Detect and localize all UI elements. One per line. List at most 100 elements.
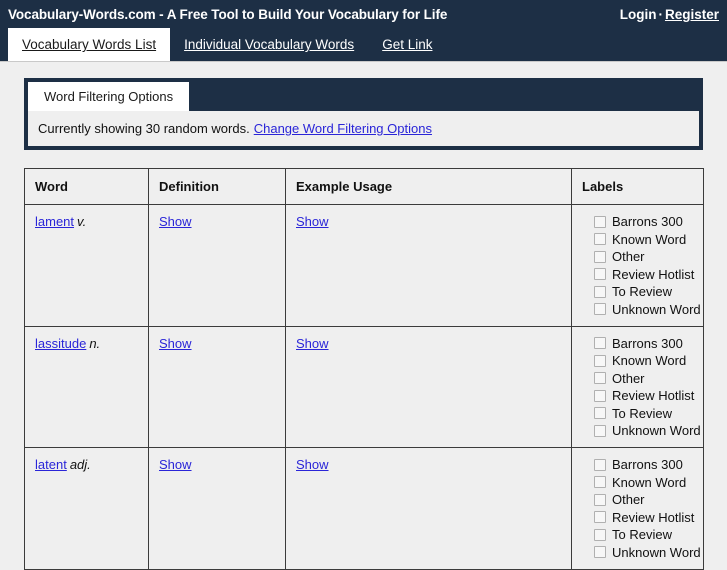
checkbox-icon[interactable] <box>594 233 606 245</box>
table-row: lament v. Show Show Barrons 300 Known Wor… <box>24 204 704 327</box>
label-text: Barrons 300 <box>612 214 683 229</box>
checkbox-icon[interactable] <box>594 250 606 263</box>
table-body: lament v. Show Show Barrons 300 Known Wor… <box>24 204 704 570</box>
label-checkbox-known-word[interactable]: Known Word <box>594 353 693 368</box>
label-checkbox-known-word[interactable]: Known Word <box>594 475 693 490</box>
label-text: Other <box>612 370 645 386</box>
word-link[interactable]: lassitude <box>35 336 86 351</box>
cell-definition: Show <box>148 204 286 327</box>
checkbox-icon[interactable] <box>594 476 606 488</box>
show-definition-link[interactable]: Show <box>159 457 192 472</box>
cell-labels: Barrons 300 Known Word Other Review Hotl… <box>571 325 704 448</box>
checkbox-icon[interactable] <box>594 528 606 541</box>
word-link[interactable]: latent <box>35 457 67 472</box>
labels-checkbox-list: Barrons 300 Known Word Other Review Hotl… <box>582 214 701 317</box>
label-checkbox-to-review[interactable]: To Review <box>594 284 693 299</box>
cell-example-usage: Show <box>285 325 572 448</box>
column-header-labels: Labels <box>571 168 704 205</box>
filter-panel-tab[interactable]: Word Filtering Options <box>28 82 190 111</box>
cell-definition: Show <box>148 447 286 570</box>
checkbox-icon[interactable] <box>594 511 606 523</box>
word-link[interactable]: lament <box>35 214 74 229</box>
label-checkbox-other[interactable]: Other <box>594 371 693 386</box>
column-header-example-usage: Example Usage <box>285 168 572 205</box>
word-filtering-panel: Word Filtering Options Currently showing… <box>24 78 703 150</box>
table-header: Word Definition Example Usage Labels <box>24 168 704 205</box>
tab-get-link[interactable]: Get Link <box>368 28 446 61</box>
cell-labels: Barrons 300 Known Word Other Review Hotl… <box>571 447 704 570</box>
label-text: Unknown Word <box>612 423 701 438</box>
label-checkbox-barrons-300[interactable]: Barrons 300 <box>594 336 693 351</box>
label-text: Barrons 300 <box>612 457 683 472</box>
label-checkbox-other[interactable]: Other <box>594 249 693 264</box>
table-row: latent adj. Show Show Barrons 300 Known W… <box>24 447 704 570</box>
label-checkbox-to-review[interactable]: To Review <box>594 527 693 542</box>
label-text: Review Hotlist <box>612 266 695 282</box>
show-example-link[interactable]: Show <box>296 214 329 229</box>
labels-checkbox-list: Barrons 300 Known Word Other Review Hotl… <box>582 457 701 560</box>
checkbox-icon[interactable] <box>594 372 606 384</box>
page-content: Word Filtering Options Currently showing… <box>0 78 727 570</box>
cell-word: lassitude n. <box>24 325 149 448</box>
checkbox-icon[interactable] <box>594 389 606 402</box>
labels-checkbox-list: Barrons 300 Known Word Other Review Hotl… <box>582 336 701 438</box>
checkbox-icon[interactable] <box>594 407 606 419</box>
label-text: Unknown Word <box>612 301 701 317</box>
table-header-row: Word Definition Example Usage Labels <box>24 168 704 205</box>
checkbox-icon[interactable] <box>594 303 606 315</box>
label-text: To Review <box>612 405 672 421</box>
label-text: Unknown Word <box>612 544 701 560</box>
label-checkbox-unknown-word[interactable]: Unknown Word <box>594 423 701 438</box>
part-of-speech: v. <box>77 214 87 229</box>
site-title: Vocabulary-Words.com - A Free Tool to Bu… <box>8 7 448 22</box>
label-checkbox-review-hotlist[interactable]: Review Hotlist <box>594 266 695 282</box>
label-text: Other <box>612 492 645 507</box>
checkbox-icon[interactable] <box>594 337 606 349</box>
link-separator: · <box>658 7 663 22</box>
show-example-link[interactable]: Show <box>296 457 329 472</box>
label-checkbox-review-hotlist[interactable]: Review Hotlist <box>594 388 694 403</box>
label-checkbox-review-hotlist[interactable]: Review Hotlist <box>594 510 694 525</box>
label-checkbox-barrons-300[interactable]: Barrons 300 <box>594 214 693 229</box>
label-text: Known Word <box>612 353 687 368</box>
label-checkbox-unknown-word[interactable]: Unknown Word <box>594 545 701 560</box>
label-checkbox-barrons-300[interactable]: Barrons 300 <box>594 457 693 472</box>
filter-panel-tabrow: Word Filtering Options <box>28 82 699 111</box>
column-header-word: Word <box>24 168 149 205</box>
register-link[interactable]: Register <box>665 7 719 22</box>
login-link[interactable]: Login <box>620 7 657 22</box>
label-checkbox-known-word[interactable]: Known Word <box>594 232 693 247</box>
cell-example-usage: Show <box>285 204 572 327</box>
tab-individual-vocabulary-words[interactable]: Individual Vocabulary Words <box>170 28 368 61</box>
table-row: lassitude n. Show Show Barrons 300 Known … <box>24 325 704 448</box>
show-definition-link[interactable]: Show <box>159 336 192 351</box>
checkbox-icon[interactable] <box>594 424 606 437</box>
checkbox-icon[interactable] <box>594 268 606 280</box>
checkbox-icon[interactable] <box>594 546 606 558</box>
tab-vocabulary-words-list[interactable]: Vocabulary Words List <box>8 28 171 61</box>
cell-word: lament v. <box>24 204 149 327</box>
cell-example-usage: Show <box>285 447 572 570</box>
account-links: Login · Register <box>620 7 719 22</box>
checkbox-icon[interactable] <box>594 493 606 506</box>
label-checkbox-other[interactable]: Other <box>594 492 693 507</box>
label-text: Barrons 300 <box>612 335 683 351</box>
show-example-link[interactable]: Show <box>296 336 329 351</box>
show-definition-link[interactable]: Show <box>159 214 192 229</box>
top-bar: Vocabulary-Words.com - A Free Tool to Bu… <box>0 0 727 29</box>
part-of-speech: n. <box>89 335 101 351</box>
label-text: To Review <box>612 527 672 542</box>
cell-definition: Show <box>148 325 286 448</box>
checkbox-icon[interactable] <box>594 458 606 471</box>
label-checkbox-to-review[interactable]: To Review <box>594 406 693 421</box>
checkbox-icon[interactable] <box>594 215 606 228</box>
checkbox-icon[interactable] <box>594 354 606 367</box>
column-header-definition: Definition <box>148 168 286 205</box>
filter-status-text: Currently showing 30 random words. <box>38 121 250 136</box>
checkbox-icon[interactable] <box>594 285 606 298</box>
part-of-speech: adj. <box>69 457 91 472</box>
label-checkbox-unknown-word[interactable]: Unknown Word <box>594 302 701 317</box>
change-filtering-options-link[interactable]: Change Word Filtering Options <box>254 121 432 136</box>
label-text: Known Word <box>612 231 687 247</box>
nav-tabs: Vocabulary Words List Individual Vocabul… <box>0 28 727 62</box>
